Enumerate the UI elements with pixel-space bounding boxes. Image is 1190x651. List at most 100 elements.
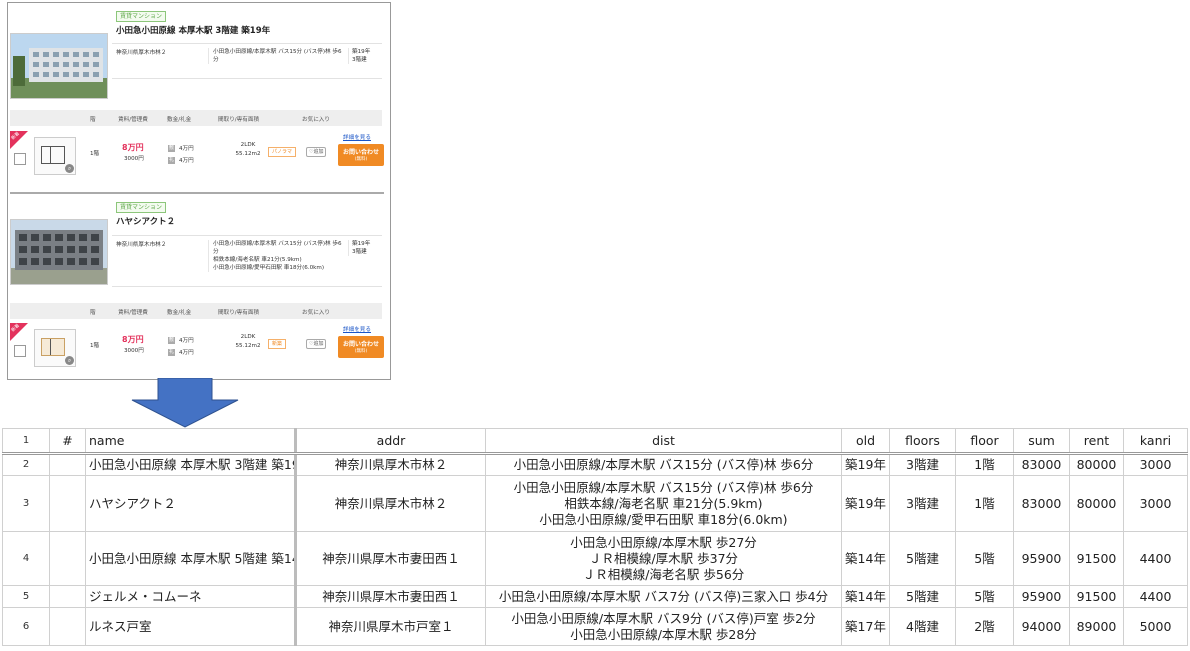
cell-name[interactable]: ジェルメ・コムーネ [85, 585, 297, 608]
address-row: 神奈川県厚木市林２ 小田急小田原線/本厚木駅 バス15分 (バス停)林 歩6分 … [112, 43, 382, 79]
cell-rent[interactable]: 89000 [1069, 607, 1124, 646]
cell-sum[interactable]: 95900 [1013, 585, 1070, 608]
cell-rent[interactable]: 91500 [1069, 585, 1124, 608]
cell-name[interactable]: 小田急小田原線 本厚木駅 5階建 築14年 [85, 531, 297, 586]
cell-kanri[interactable]: 5000 [1123, 607, 1188, 646]
cell-sum[interactable]: 95900 [1013, 531, 1070, 586]
cell-floors[interactable]: 4階建 [889, 607, 956, 646]
cell-floor[interactable]: 1階 [955, 475, 1014, 532]
cell-sum[interactable]: 94000 [1013, 607, 1070, 646]
access-line: 小田急小田原線/愛甲石田駅 車18分(6.0km) [213, 265, 325, 271]
header-cell-sum[interactable]: sum [1013, 428, 1070, 455]
cell-dist[interactable]: 小田急小田原線/本厚木駅 バス7分 (バス停)三家入口 歩4分 [485, 585, 842, 608]
address: 神奈川県厚木市林２ [116, 50, 167, 56]
dist-line: 小田急小田原線/本厚木駅 バス15分 (バス停)林 歩6分 [513, 479, 814, 495]
row-number[interactable]: 6 [2, 607, 50, 646]
cell-kanri[interactable]: 4400 [1123, 585, 1188, 608]
unit-row: 新着 ⌕ 1階 8万円 3000円 敷 4万円 礼 4万円 2LDK 55.12m2… [10, 323, 384, 367]
floor-plan-thumb[interactable]: ⌕ [34, 329, 76, 367]
detail-link[interactable]: 詳細を見る [343, 325, 371, 333]
cell-dist[interactable]: 小田急小田原線/本厚木駅 バス15分 (バス停)林 歩6分 相鉄本線/海老名駅 … [485, 475, 842, 532]
cell-old[interactable]: 築14年 [841, 585, 890, 608]
cell-addr[interactable]: 神奈川県厚木市林２ [295, 453, 486, 476]
cell-sum[interactable]: 83000 [1013, 475, 1070, 532]
cell-name[interactable]: ルネス戸室 [85, 607, 297, 646]
floor-area: 55.12m2 [235, 151, 261, 157]
cell-floors[interactable]: 3階建 [889, 453, 956, 476]
header-cell-addr[interactable]: addr [295, 428, 486, 455]
cell-floors[interactable]: 5階建 [889, 585, 956, 608]
cell-floors[interactable]: 5階建 [889, 531, 956, 586]
cell-addr[interactable]: 神奈川県厚木市妻田西１ [295, 531, 486, 586]
row-number[interactable]: 5 [2, 585, 50, 608]
cell-addr[interactable]: 神奈川県厚木市妻田西１ [295, 585, 486, 608]
add-favorite-button[interactable]: ♡追加 [306, 339, 327, 349]
row-number[interactable]: 3 [2, 475, 50, 532]
cell-rent[interactable]: 80000 [1069, 475, 1124, 532]
cell-kanri[interactable]: 3000 [1123, 475, 1188, 532]
inquiry-sublabel: (無料) [354, 349, 368, 354]
header-cell-floors[interactable]: floors [889, 428, 956, 455]
cell-kanri[interactable]: 4400 [1123, 531, 1188, 586]
header-cell-dist[interactable]: dist [485, 428, 842, 455]
cell-name[interactable]: 小田急小田原線 本厚木駅 3階建 築19年 [85, 453, 297, 476]
cell-sum[interactable]: 83000 [1013, 453, 1070, 476]
cell-old[interactable]: 築17年 [841, 607, 890, 646]
card-separator [10, 192, 384, 194]
floor-plan-thumb[interactable]: ⌕ [34, 137, 76, 175]
header-cell-rent[interactable]: rent [1069, 428, 1124, 455]
col-floor: 階 [90, 310, 96, 316]
cell-hash[interactable] [49, 531, 86, 586]
cell-old[interactable]: 築19年 [841, 453, 890, 476]
header-cell-hash[interactable]: # [49, 428, 86, 455]
select-checkbox[interactable] [14, 345, 26, 357]
row-number[interactable]: 1 [2, 428, 50, 455]
cell-dist[interactable]: 小田急小田原線/本厚木駅 バス15分 (バス停)林 歩6分 [485, 453, 842, 476]
inquiry-button[interactable]: お問い合わせ (無料) [338, 144, 384, 166]
add-favorite-button[interactable]: ♡追加 [306, 147, 327, 157]
cell-dist[interactable]: 小田急小田原線/本厚木駅 バス9分 (バス停)戸室 歩2分 小田急小田原線/本厚… [485, 607, 842, 646]
header-cell-old[interactable]: old [841, 428, 890, 455]
col-layout: 間取り/専有面積 [218, 117, 260, 123]
header-cell-floor[interactable]: floor [955, 428, 1014, 455]
zoom-icon[interactable]: ⌕ [65, 164, 74, 173]
inquiry-button[interactable]: お問い合わせ (無料) [338, 336, 384, 358]
cell-floor[interactable]: 5階 [955, 531, 1014, 586]
cell-hash[interactable] [49, 453, 86, 476]
cell-floors[interactable]: 3階建 [889, 475, 956, 532]
col-favorite: お気に入り [302, 117, 330, 123]
cell-name[interactable]: ハヤシアクト２ [85, 475, 297, 532]
cell-addr[interactable]: 神奈川県厚木市戸室１ [295, 607, 486, 646]
cell-hash[interactable] [49, 585, 86, 608]
cell-floor[interactable]: 2階 [955, 607, 1014, 646]
col-rent: 賃料/管理費 [118, 310, 148, 316]
cell-hash[interactable] [49, 607, 86, 646]
header-cell-kanri[interactable]: kanri [1123, 428, 1188, 455]
listing-title[interactable]: 小田急小田原線 本厚木駅 3階建 築19年 [116, 24, 270, 36]
cell-hash[interactable] [49, 475, 86, 532]
col-deposit: 敷金/礼金 [167, 310, 192, 316]
header-cell-name[interactable]: name [85, 428, 297, 455]
spreadsheet-table: 1 # name addr dist old floors floor sum … [2, 428, 1188, 646]
cell-old[interactable]: 築14年 [841, 531, 890, 586]
cell-dist[interactable]: 小田急小田原線/本厚木駅 歩27分 ＪＲ相模線/厚木駅 歩37分 ＪＲ相模線/海… [485, 531, 842, 586]
management-fee: 3000円 [124, 156, 144, 162]
cell-old[interactable]: 築19年 [841, 475, 890, 532]
cell-floor[interactable]: 1階 [955, 453, 1014, 476]
row-number[interactable]: 2 [2, 453, 50, 476]
listing-title[interactable]: ハヤシアクト２ [116, 215, 175, 227]
table-row: 3 ハヤシアクト２ 神奈川県厚木市林２ 小田急小田原線/本厚木駅 バス15分 (… [2, 475, 1188, 532]
cell-kanri[interactable]: 3000 [1123, 453, 1188, 476]
property-type-badge: 賃貸マンション [116, 11, 167, 22]
select-checkbox[interactable] [14, 153, 26, 165]
cell-floor[interactable]: 5階 [955, 585, 1014, 608]
cell-rent[interactable]: 91500 [1069, 531, 1124, 586]
building-photo[interactable] [10, 219, 108, 285]
new-build-tag: 新築 [268, 339, 287, 349]
detail-link[interactable]: 詳細を見る [343, 133, 371, 141]
cell-rent[interactable]: 80000 [1069, 453, 1124, 476]
building-photo[interactable] [10, 33, 108, 99]
row-number[interactable]: 4 [2, 531, 50, 586]
cell-addr[interactable]: 神奈川県厚木市林２ [295, 475, 486, 532]
zoom-icon[interactable]: ⌕ [65, 356, 74, 365]
